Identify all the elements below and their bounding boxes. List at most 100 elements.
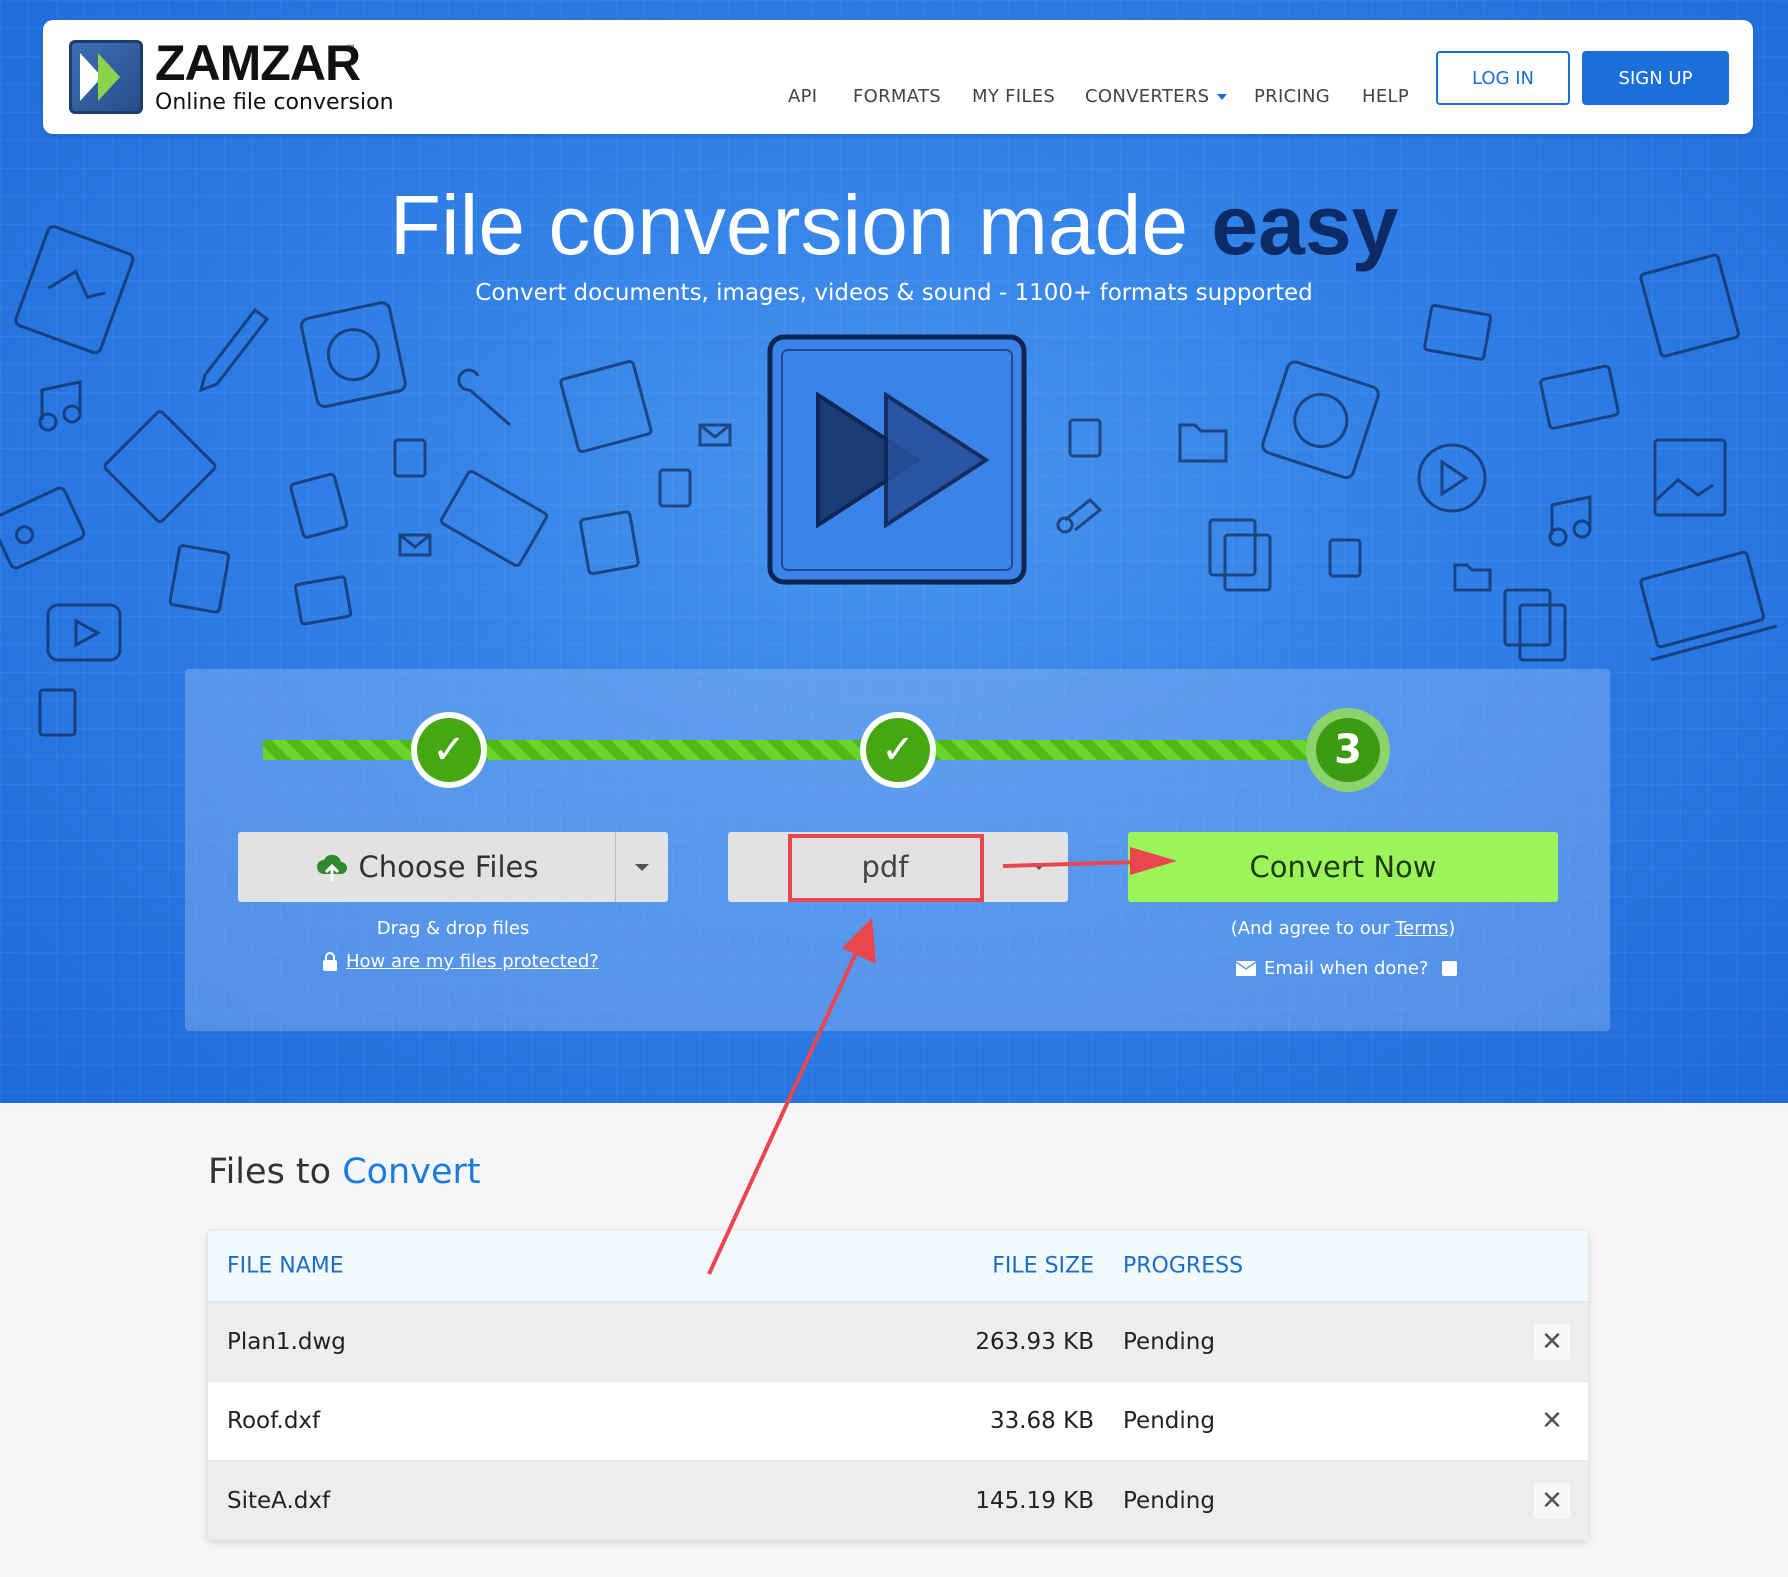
pencil-icon [198,307,270,393]
trademark-mark: ™ [346,44,356,55]
remove-file-button[interactable]: ✕ [1534,1324,1570,1360]
email-when-done: Email when done? [1236,958,1458,979]
table-row: Plan1.dwg 263.93 KB Pending ✕ [208,1303,1588,1382]
envelope-icon [1236,961,1256,976]
cloud-upload-icon [316,854,347,881]
zamzar-logo-icon[interactable] [69,40,143,114]
caret-down-icon [635,863,649,871]
play-circle-icon [1417,443,1487,513]
video-box-icon [46,603,122,662]
terms-agreement: (And agree to our Terms) [1128,918,1558,939]
terms-suffix: ) [1448,918,1456,939]
refresh-box-icon [1261,360,1380,480]
hero-subheadline: Convert documents, images, videos & soun… [475,280,1313,306]
table-row: Roof.dxf 33.68 KB Pending ✕ [208,1382,1588,1461]
header-file-size: FILE SIZE [992,1253,1094,1279]
play-diamond-icon [103,410,217,523]
files-title-b: Convert [342,1152,481,1192]
play-diamond-icon [559,359,653,454]
file-name: Plan1.dwg [227,1329,346,1355]
file-progress: Pending [1123,1408,1215,1434]
email-when-done-label: Email when done? [1264,958,1429,979]
signup-button[interactable]: SIGN UP [1582,51,1729,105]
image-frame-icon [1653,438,1727,517]
step-2-done: ✓ [860,712,936,788]
nav-api[interactable]: API [788,86,817,107]
terms-link[interactable]: Terms [1395,918,1448,939]
folder-icon [1453,563,1492,592]
header-progress: PROGRESS [1123,1253,1244,1279]
table-row: SiteA.dxf 145.19 KB Pending ✕ [208,1461,1588,1540]
mp3-file-icon [289,472,349,539]
checkmark-icon: ✓ [417,718,481,782]
envelope-icon [698,423,732,447]
file-size: 263.93 KB [975,1329,1094,1355]
step-3-number: 3 [1316,718,1380,782]
document-icon [579,510,640,576]
clipboard-icon [1503,588,1567,662]
top-navbar: ZAMZAR ™ Online file conversion API FORM… [43,20,1753,134]
image-frame-icon [1423,303,1493,361]
folder-icon [1178,423,1228,463]
nav-my-files[interactable]: MY FILES [972,86,1055,107]
music-note-icon [1056,497,1103,534]
file-size: 145.19 KB [975,1487,1094,1514]
laptop-icon [1639,550,1778,662]
files-table: FILE NAME FILE SIZE PROGRESS Plan1.dwg 2… [208,1231,1588,1540]
headline-bold: easy [1211,178,1399,272]
remove-file-button[interactable]: ✕ [1534,1403,1570,1439]
nav-formats[interactable]: FORMATS [853,86,941,107]
file-name: SiteA.dxf [227,1487,331,1514]
center-play-icon [767,334,1027,585]
files-protected-text: How are my files protected? [346,951,599,972]
drag-drop-text: Drag & drop files [376,918,530,939]
login-button[interactable]: LOG IN [1436,51,1570,105]
step-1-done: ✓ [411,712,487,788]
file-icon [393,438,427,478]
caret-down-icon [1032,863,1046,870]
hero-headline: File conversion made easy [0,175,1788,275]
files-table-header: FILE NAME FILE SIZE PROGRESS [208,1231,1588,1303]
choose-files-main[interactable]: Choose Files [238,832,616,902]
remove-file-button[interactable]: ✕ [1534,1482,1570,1519]
brand-tagline: Online file conversion [155,90,394,115]
email-checkbox[interactable] [1442,961,1458,976]
wrench-icon [457,368,511,427]
choose-files-dropdown[interactable] [616,863,668,871]
music-note-icon [38,380,82,432]
file-name: Roof.dxf [227,1408,321,1434]
choose-files-button[interactable]: Choose Files [238,832,668,902]
file-size: 33.68 KB [989,1408,1094,1434]
nav-converters[interactable]: CONVERTERS [1085,86,1228,107]
nav-converters-label: CONVERTERS [1085,86,1210,107]
clipboard-icon [1208,518,1272,592]
lock-icon [323,951,337,971]
caret-down-icon [1217,94,1228,100]
file-icon [38,688,77,737]
film-strip-icon [439,469,548,567]
refresh-box-icon [299,301,407,409]
film-strip-icon [1539,364,1620,430]
headline-main: File conversion made [389,178,1212,272]
checkmark-icon: ✓ [866,718,930,782]
music-note-icon [1548,495,1592,547]
nav-pricing[interactable]: PRICING [1254,86,1330,107]
file-progress: Pending [1123,1487,1215,1514]
brand-name[interactable]: ZAMZAR [155,38,361,88]
file-icon [1068,418,1102,458]
terms-prefix: (And agree to our [1230,918,1396,939]
file-progress: Pending [1123,1329,1215,1355]
step-3-active: 3 [1306,708,1390,792]
annotation-highlight-box [788,834,984,902]
cassette-icon [0,486,86,570]
envelope-icon [398,533,432,557]
file-icon [658,468,692,508]
mov-file-icon [168,544,231,614]
files-protected-link[interactable]: How are my files protected? [322,951,599,972]
header-file-name: FILE NAME [227,1253,344,1279]
choose-files-label: Choose Files [358,850,539,884]
convert-now-button[interactable]: Convert Now [1128,832,1558,902]
nav-help[interactable]: HELP [1362,86,1409,107]
files-title-a: Files to [208,1152,343,1192]
file-icon [1328,538,1362,578]
